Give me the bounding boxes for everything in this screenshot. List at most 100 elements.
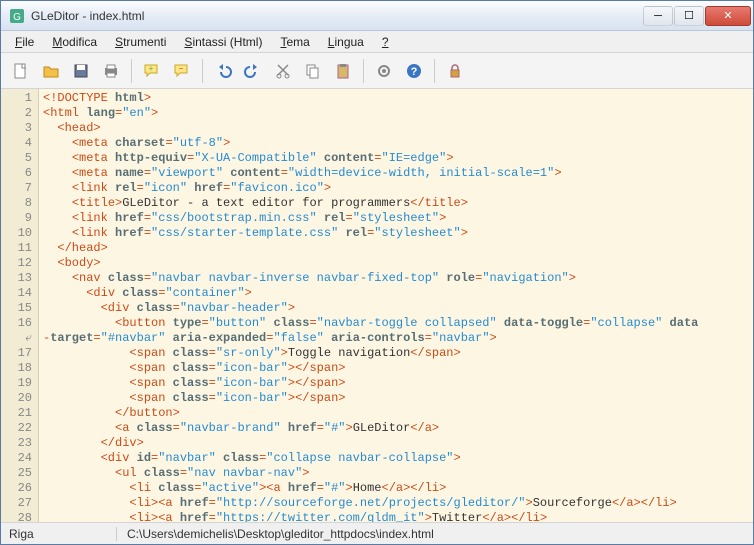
line-number: 21 bbox=[1, 406, 32, 421]
code-line[interactable]: <button type="button" class="navbar-togg… bbox=[43, 316, 749, 331]
code-line[interactable]: </button> bbox=[43, 406, 749, 421]
menu--[interactable]: ? bbox=[374, 33, 397, 51]
code-line[interactable]: <li><a href="http://sourceforge.net/proj… bbox=[43, 496, 749, 511]
line-number: 3 bbox=[1, 121, 32, 136]
line-number: 13 bbox=[1, 271, 32, 286]
code-line[interactable]: </head> bbox=[43, 241, 749, 256]
line-number: 6 bbox=[1, 166, 32, 181]
settings-icon[interactable] bbox=[370, 57, 398, 85]
code-line[interactable]: <div id="navbar" class="collapse navbar-… bbox=[43, 451, 749, 466]
line-number: 1 bbox=[1, 91, 32, 106]
line-number: 14 bbox=[1, 286, 32, 301]
line-number: 23 bbox=[1, 436, 32, 451]
line-number: 12 bbox=[1, 256, 32, 271]
code-line[interactable]: <li><a href="https://twitter.com/gldm_it… bbox=[43, 511, 749, 522]
line-number: 22 bbox=[1, 421, 32, 436]
code-line[interactable]: <html lang="en"> bbox=[43, 106, 749, 121]
menu-strumenti[interactable]: Strumenti bbox=[107, 33, 174, 51]
titlebar: G GLeDitor - index.html ─ ☐ ✕ bbox=[1, 1, 753, 31]
toolbar-separator bbox=[363, 59, 364, 83]
line-number: 11 bbox=[1, 241, 32, 256]
code-line[interactable]: <link rel="icon" href="favicon.ico"> bbox=[43, 181, 749, 196]
open-folder-icon[interactable] bbox=[37, 57, 65, 85]
line-number: 5 bbox=[1, 151, 32, 166]
code-area[interactable]: <!DOCTYPE html><html lang="en"> <head> <… bbox=[39, 89, 753, 522]
new-file-icon[interactable] bbox=[7, 57, 35, 85]
line-number: 4 bbox=[1, 136, 32, 151]
code-line[interactable]: <span class="icon-bar"></span> bbox=[43, 376, 749, 391]
code-line[interactable]: <title>GLeDitor - a text editor for prog… bbox=[43, 196, 749, 211]
toolbar: + −? bbox=[1, 53, 753, 89]
line-number: 9 bbox=[1, 211, 32, 226]
line-number: 2 bbox=[1, 106, 32, 121]
code-line[interactable]: <ul class="nav navbar-nav"> bbox=[43, 466, 749, 481]
help-icon[interactable]: ? bbox=[400, 57, 428, 85]
menu-sintassi-html-[interactable]: Sintassi (Html) bbox=[176, 33, 270, 51]
code-line[interactable]: <span class="sr-only">Toggle navigation<… bbox=[43, 346, 749, 361]
code-line[interactable]: </div> bbox=[43, 436, 749, 451]
maximize-button[interactable]: ☐ bbox=[674, 6, 704, 26]
copy-icon[interactable] bbox=[299, 57, 327, 85]
svg-text:G: G bbox=[13, 12, 21, 23]
line-number: 27 bbox=[1, 496, 32, 511]
svg-text:+: + bbox=[149, 64, 154, 73]
line-number: 16 bbox=[1, 316, 32, 331]
code-line[interactable]: <a class="navbar-brand" href="#">GLeDito… bbox=[43, 421, 749, 436]
menubar: FileModificaStrumentiSintassi (Html)Tema… bbox=[1, 31, 753, 53]
menu-modifica[interactable]: Modifica bbox=[44, 33, 105, 51]
menu-file[interactable]: File bbox=[7, 33, 42, 51]
status-file-path: C:\Users\demichelis\Desktop\gleditor_htt… bbox=[117, 527, 434, 541]
code-editor[interactable]: 12345678910111213141516⤶1718192021222324… bbox=[1, 89, 753, 522]
close-button[interactable]: ✕ bbox=[705, 6, 751, 26]
save-icon[interactable] bbox=[67, 57, 95, 85]
line-number: 7 bbox=[1, 181, 32, 196]
code-line[interactable]: <meta name="viewport" content="width=dev… bbox=[43, 166, 749, 181]
statusbar: Riga C:\Users\demichelis\Desktop\gledito… bbox=[1, 522, 753, 544]
undo-icon[interactable] bbox=[209, 57, 237, 85]
print-icon[interactable] bbox=[97, 57, 125, 85]
code-line[interactable]: <span class="icon-bar"></span> bbox=[43, 361, 749, 376]
menu-lingua[interactable]: Lingua bbox=[320, 33, 372, 51]
line-number: 19 bbox=[1, 376, 32, 391]
code-line[interactable]: <div class="container"> bbox=[43, 286, 749, 301]
line-number: 10 bbox=[1, 226, 32, 241]
toolbar-separator bbox=[131, 59, 132, 83]
code-line[interactable]: <nav class="navbar navbar-inverse navbar… bbox=[43, 271, 749, 286]
toolbar-separator bbox=[202, 59, 203, 83]
menu-tema[interactable]: Tema bbox=[272, 33, 317, 51]
line-number: 26 bbox=[1, 481, 32, 496]
app-icon: G bbox=[9, 8, 25, 24]
line-number: 17 bbox=[1, 346, 32, 361]
line-number: 25 bbox=[1, 466, 32, 481]
comment-add-icon[interactable]: + bbox=[138, 57, 166, 85]
code-line[interactable]: <meta charset="utf-8"> bbox=[43, 136, 749, 151]
minimize-button[interactable]: ─ bbox=[643, 6, 673, 26]
code-line[interactable]: -target="#navbar" aria-expanded="false" … bbox=[43, 331, 749, 346]
line-gutter: 12345678910111213141516⤶1718192021222324… bbox=[1, 89, 39, 522]
line-number: 20 bbox=[1, 391, 32, 406]
svg-text:−: − bbox=[179, 64, 184, 73]
lock-icon[interactable] bbox=[441, 57, 469, 85]
code-line[interactable]: <link href="css/starter-template.css" re… bbox=[43, 226, 749, 241]
window-title: GLeDitor - index.html bbox=[31, 9, 643, 23]
redo-icon[interactable] bbox=[239, 57, 267, 85]
line-number: 18 bbox=[1, 361, 32, 376]
code-line[interactable]: <meta http-equiv="X-UA-Compatible" conte… bbox=[43, 151, 749, 166]
paste-icon[interactable] bbox=[329, 57, 357, 85]
code-line[interactable]: <link href="css/bootstrap.min.css" rel="… bbox=[43, 211, 749, 226]
cut-icon[interactable] bbox=[269, 57, 297, 85]
code-line[interactable]: <!DOCTYPE html> bbox=[43, 91, 749, 106]
line-number: ⤶ bbox=[1, 331, 32, 346]
code-line[interactable]: <body> bbox=[43, 256, 749, 271]
line-number: 24 bbox=[1, 451, 32, 466]
line-number: 15 bbox=[1, 301, 32, 316]
code-line[interactable]: <span class="icon-bar"></span> bbox=[43, 391, 749, 406]
code-line[interactable]: <li class="active"><a href="#">Home</a><… bbox=[43, 481, 749, 496]
code-line[interactable]: <div class="navbar-header"> bbox=[43, 301, 749, 316]
toolbar-separator bbox=[434, 59, 435, 83]
code-line[interactable]: <head> bbox=[43, 121, 749, 136]
svg-text:?: ? bbox=[411, 66, 418, 78]
status-line-label: Riga bbox=[7, 527, 117, 541]
line-number: 8 bbox=[1, 196, 32, 211]
comment-remove-icon[interactable]: − bbox=[168, 57, 196, 85]
